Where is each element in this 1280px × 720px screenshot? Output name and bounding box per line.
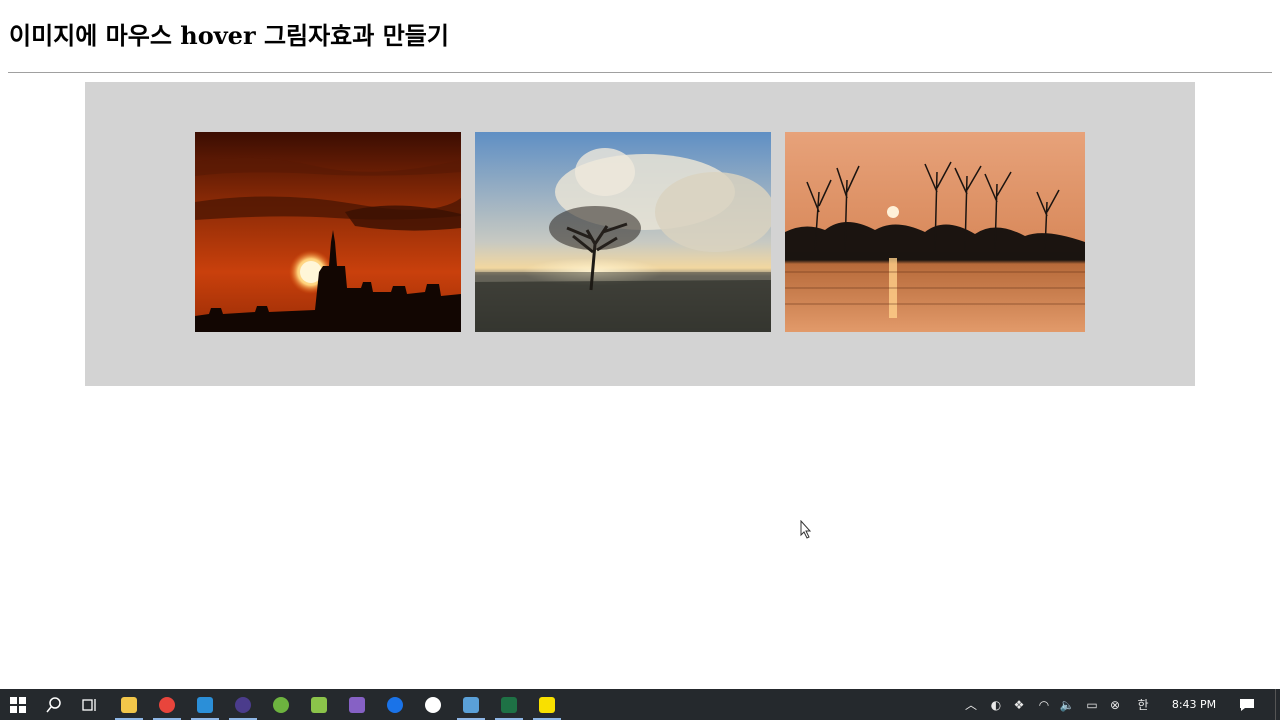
spring-icon [273, 696, 289, 713]
maps-icon [387, 696, 403, 713]
input-method-label: 한 [1137, 698, 1149, 712]
show-desktop-button[interactable] [1275, 689, 1280, 720]
start-button[interactable] [0, 689, 36, 720]
writer-icon [463, 696, 479, 713]
taskbar-app-kakaotalk[interactable] [529, 689, 565, 720]
tray-overflow-button[interactable]: ︿ [960, 689, 982, 720]
image-gallery [85, 82, 1195, 386]
close-circle-icon: ⊗ [1109, 697, 1121, 712]
notepad-plus-icon [311, 696, 327, 713]
action-center-button[interactable] [1235, 689, 1259, 720]
gallery-image-sunset-church[interactable] [195, 132, 461, 332]
battery-icon: ▭ [1086, 697, 1098, 712]
task-view-button[interactable] [72, 689, 108, 720]
taskbar-clock[interactable]: 8:43 PM [1166, 689, 1222, 720]
dropbox-icon: ❖ [1013, 697, 1025, 712]
gallery-image-lone-tree[interactable] [475, 132, 771, 332]
taskbar-app-vscode[interactable] [187, 689, 223, 720]
search-icon [46, 696, 61, 712]
taskbar-app-excel[interactable] [491, 689, 527, 720]
taskbar-app-notepad-plus[interactable] [301, 689, 337, 720]
vscode-icon [197, 696, 213, 713]
page-title: 이미지에 마우스 hover 그림자효과 만들기 [9, 21, 449, 50]
title-divider [8, 72, 1272, 73]
file-explorer-icon [121, 696, 137, 713]
battery-tray-button[interactable]: ▭ [1081, 689, 1103, 720]
excel-icon [501, 696, 517, 713]
input-method-indicator[interactable]: 한 [1132, 689, 1154, 720]
taskbar-app-file-explorer[interactable] [111, 689, 147, 720]
start-icon [10, 696, 26, 713]
chrome-icon [159, 696, 175, 713]
app-icon [425, 696, 441, 713]
network-tray-button[interactable]: ◠ [1033, 689, 1055, 720]
chevron-up-icon: ︿ [964, 698, 977, 712]
wifi-icon: ◠ [1038, 697, 1050, 712]
taskbar: ︿ ◐ ❖ ◠ 🔈 ▭ ⊗ 한 8:43 PM [0, 689, 1280, 720]
tray-app-button[interactable]: ◐ [985, 689, 1007, 720]
notification-icon [1240, 698, 1254, 711]
lone-tree-image [475, 132, 771, 332]
visual-studio-icon [349, 696, 365, 713]
taskbar-app-generic[interactable] [415, 689, 451, 720]
eclipse-icon [235, 696, 251, 713]
taskbar-app-chrome[interactable] [149, 689, 185, 720]
volume-muted-icon: 🔈 [1059, 697, 1075, 712]
sunset-church-image [195, 132, 461, 332]
search-button[interactable] [36, 689, 72, 720]
dropbox-tray-button[interactable]: ❖ [1008, 689, 1030, 720]
gallery-image-sunset-lake[interactable] [785, 132, 1085, 332]
tray-close-button[interactable]: ⊗ [1104, 689, 1126, 720]
volume-tray-button[interactable]: 🔈 [1056, 689, 1078, 720]
taskbar-app-maps[interactable] [377, 689, 413, 720]
tray-app-icon: ◐ [990, 697, 1002, 712]
sunset-lake-image [785, 132, 1085, 332]
kakaotalk-icon [539, 696, 555, 713]
taskbar-app-spring[interactable] [263, 689, 299, 720]
taskbar-app-eclipse[interactable] [225, 689, 261, 720]
taskbar-app-visual-studio[interactable] [339, 689, 375, 720]
task-view-icon [82, 698, 96, 711]
taskbar-app-writer[interactable] [453, 689, 489, 720]
mouse-cursor-icon [800, 520, 812, 539]
